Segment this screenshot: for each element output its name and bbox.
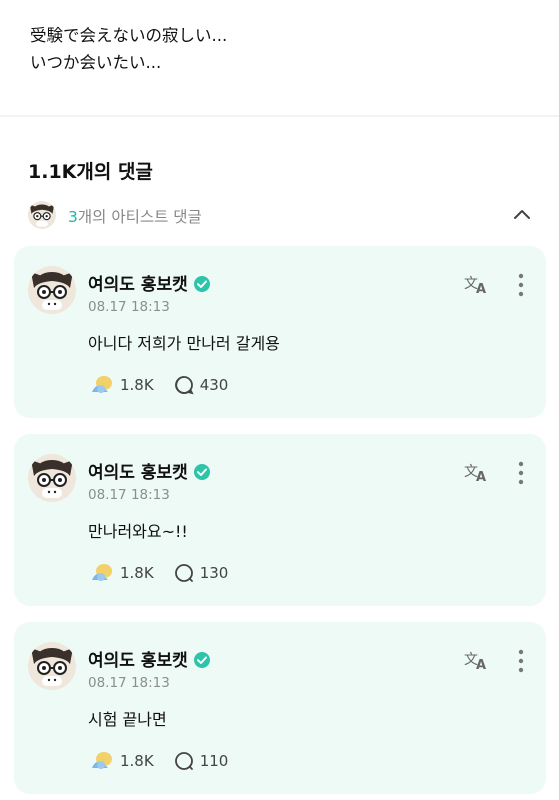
section-divider — [0, 115, 559, 117]
author-name[interactable]: 여의도 홍보캣 — [88, 646, 211, 671]
more-vertical-icon[interactable] — [513, 648, 529, 674]
artist-comment-card: 여의도 홍보캣 08.17 18:13 시험 끝나면 文A 1.8K 110 — [14, 622, 546, 794]
svg-text:A: A — [476, 658, 486, 671]
translate-icon[interactable]: 文A — [464, 461, 490, 485]
comment-text: 시험 끝나면 — [88, 710, 167, 729]
author-name-text: 여의도 홍보캣 — [88, 463, 188, 483]
artist-comments-toggle[interactable]: 3개의 아티스트 댓글 — [28, 201, 534, 231]
verified-badge-icon — [193, 651, 211, 669]
comment-count-title: 1.1K개의 댓글 — [28, 161, 153, 183]
artist-avatar — [28, 201, 56, 229]
comment-text: 아니다 저희가 만나러 갈게용 — [88, 334, 280, 353]
like-count: 1.8K — [120, 564, 154, 582]
reply-count: 130 — [199, 564, 229, 582]
author-avatar[interactable] — [28, 266, 76, 314]
translate-icon[interactable]: 文A — [464, 649, 490, 673]
post-line-2: いつか会いたい... — [30, 53, 162, 72]
more-vertical-icon[interactable] — [513, 272, 529, 298]
reply-bubble-icon[interactable] — [174, 563, 194, 583]
reply-bubble-icon[interactable] — [174, 375, 194, 395]
author-avatar[interactable] — [28, 642, 76, 690]
comment-stats: 1.8K 430 — [90, 374, 228, 396]
author-name-text: 여의도 홍보캣 — [88, 275, 188, 295]
chevron-up-icon[interactable] — [512, 205, 532, 225]
comment-timestamp: 08.17 18:13 — [88, 675, 170, 691]
artist-comments-count: 3 — [68, 208, 78, 226]
comment-stats: 1.8K 110 — [90, 750, 228, 772]
reply-count: 430 — [199, 376, 229, 394]
comment-stats: 1.8K 130 — [90, 562, 228, 584]
like-icon[interactable] — [90, 750, 114, 772]
artist-comments-label: 3개의 아티스트 댓글 — [68, 205, 202, 227]
post-line-1: 受験で会えないの寂しい... — [30, 26, 228, 45]
like-count: 1.8K — [120, 752, 154, 770]
verified-badge-icon — [193, 463, 211, 481]
comment-timestamp: 08.17 18:13 — [88, 299, 170, 315]
author-name[interactable]: 여의도 홍보캣 — [88, 458, 211, 483]
post-content: 受験で会えないの寂しい... いつか会いたい... — [0, 0, 559, 95]
verified-badge-icon — [193, 275, 211, 293]
comment-text: 만나러와요~!! — [88, 522, 188, 541]
svg-text:A: A — [476, 282, 486, 295]
artist-comment-card: 여의도 홍보캣 08.17 18:13 만나러와요~!! 文A 1.8K 130 — [14, 434, 546, 606]
reply-count: 110 — [199, 752, 229, 770]
more-vertical-icon[interactable] — [513, 460, 529, 486]
like-count: 1.8K — [120, 376, 154, 394]
artist-comments-suffix: 개의 아티스트 댓글 — [77, 208, 202, 226]
like-icon[interactable] — [90, 562, 114, 584]
author-avatar[interactable] — [28, 454, 76, 502]
reply-bubble-icon[interactable] — [174, 751, 194, 771]
translate-icon[interactable]: 文A — [464, 273, 490, 297]
author-name[interactable]: 여의도 홍보캣 — [88, 270, 211, 295]
artist-comment-card: 여의도 홍보캣 08.17 18:13 아니다 저희가 만나러 갈게용 文A 1… — [14, 246, 546, 418]
like-icon[interactable] — [90, 374, 114, 396]
comment-timestamp: 08.17 18:13 — [88, 487, 170, 503]
author-name-text: 여의도 홍보캣 — [88, 651, 188, 671]
svg-text:A: A — [476, 470, 486, 483]
